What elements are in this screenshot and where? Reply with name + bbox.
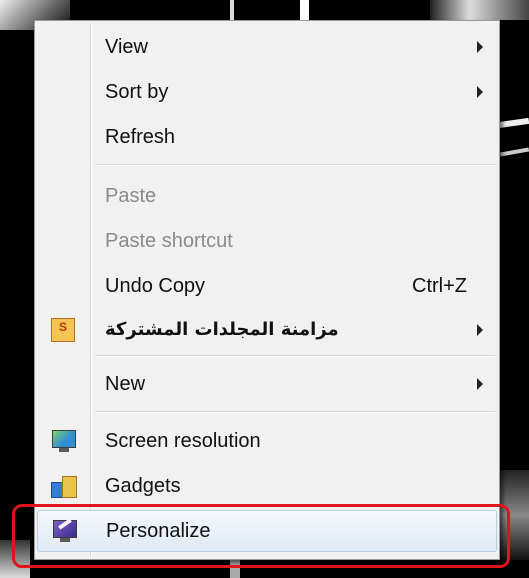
menu-item-label: Undo Copy xyxy=(105,275,206,297)
submenu-arrow-icon xyxy=(477,86,483,98)
submenu-arrow-icon xyxy=(477,378,483,390)
menu-item-label: Sort by xyxy=(105,81,169,103)
desktop-context-menu: View Sort by Refresh Paste Paste shortcu… xyxy=(34,20,500,560)
menu-item-view[interactable]: View xyxy=(37,27,497,67)
menu-separator xyxy=(95,355,495,357)
menu-item-paste: Paste xyxy=(37,176,497,216)
menu-item-refresh[interactable]: Refresh xyxy=(37,117,497,157)
shortcut-key-text: Ctrl+Z xyxy=(412,275,467,297)
menu-item-label: Paste shortcut xyxy=(105,230,233,252)
menu-separator xyxy=(95,164,495,166)
menu-item-sort-by[interactable]: Sort by xyxy=(37,72,497,112)
submenu-arrow-icon xyxy=(477,41,483,53)
menu-item-label: Screen resolution xyxy=(105,430,261,452)
screen-resolution-icon xyxy=(51,429,76,453)
menu-item-screen-resolution[interactable]: Screen resolution xyxy=(37,421,497,461)
menu-item-label: Paste xyxy=(105,185,157,207)
menu-item-gadgets[interactable]: Gadgets xyxy=(37,466,497,506)
menu-item-undo-copy[interactable]: Undo Copy Ctrl+Z xyxy=(37,266,497,306)
menu-item-label: New xyxy=(105,373,146,395)
gadgets-icon xyxy=(51,474,77,498)
submenu-arrow-icon xyxy=(477,324,483,336)
menu-separator xyxy=(95,411,495,413)
menu-item-paste-shortcut: Paste shortcut xyxy=(37,221,497,261)
menu-item-sync-shared-folders[interactable]: S مزامنة المجلدات المشتركة xyxy=(37,310,497,350)
menu-item-label: Refresh xyxy=(105,126,176,148)
menu-item-label: Gadgets xyxy=(105,475,181,497)
sharepoint-workspace-icon: S xyxy=(51,318,75,342)
menu-item-new[interactable]: New xyxy=(37,364,497,404)
menu-item-label: مزامنة المجلدات المشتركة xyxy=(105,319,339,340)
highlight-annotation xyxy=(12,504,510,568)
menu-item-label: View xyxy=(105,36,148,58)
